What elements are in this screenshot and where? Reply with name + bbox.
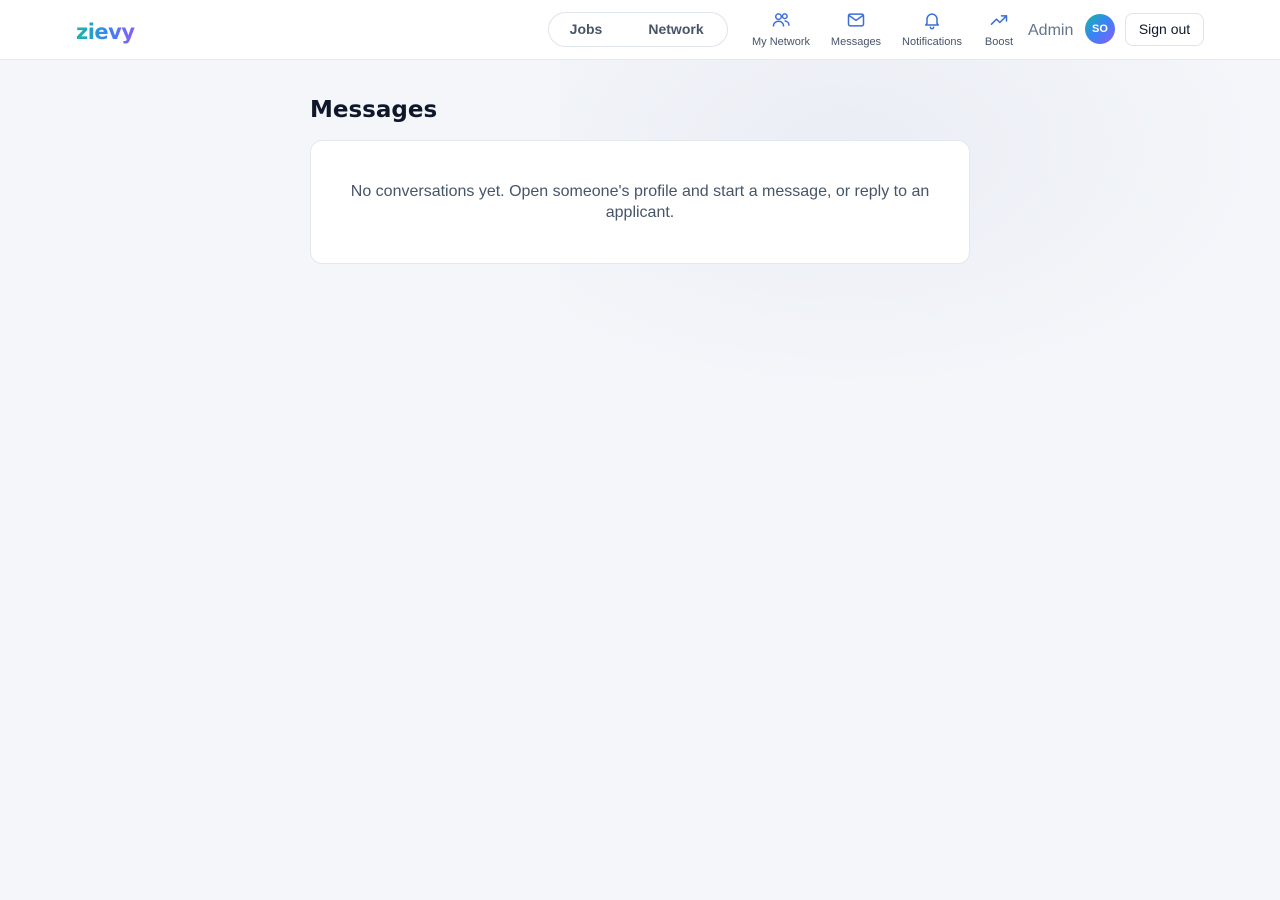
page-title: Messages: [310, 97, 438, 123]
users-icon: [771, 10, 791, 30]
empty-state-message: No conversations yet. Open someone's pro…: [350, 183, 930, 221]
brand-logo[interactable]: zievy: [76, 17, 135, 47]
nav-messages-label: Messages: [830, 36, 882, 48]
admin-link[interactable]: Admin: [1028, 21, 1073, 41]
nav-my-network[interactable]: My Network: [750, 10, 812, 52]
nav-boost[interactable]: Boost: [982, 10, 1016, 52]
nav-notifications[interactable]: Notifications: [899, 10, 965, 52]
nav-notifications-label: Notifications: [902, 36, 962, 48]
empty-conversations-card: No conversations yet. Open someone's pro…: [310, 140, 970, 264]
mail-icon: [846, 10, 866, 30]
nav-messages[interactable]: Messages: [830, 10, 882, 52]
bell-icon: [922, 10, 942, 30]
nav-my-network-label: My Network: [751, 36, 811, 48]
avatar[interactable]: SO: [1085, 14, 1115, 44]
jobs-network-toggle: Jobs Network: [548, 12, 728, 47]
network-toggle-button[interactable]: Network: [635, 13, 717, 46]
trending-up-icon: [989, 10, 1009, 30]
jobs-toggle-button[interactable]: Jobs: [561, 13, 611, 46]
top-navigation-bar: zievy Jobs Network My Network Messages N…: [0, 0, 1280, 60]
nav-boost-label: Boost: [984, 36, 1014, 48]
sign-out-button[interactable]: Sign out: [1125, 13, 1204, 46]
